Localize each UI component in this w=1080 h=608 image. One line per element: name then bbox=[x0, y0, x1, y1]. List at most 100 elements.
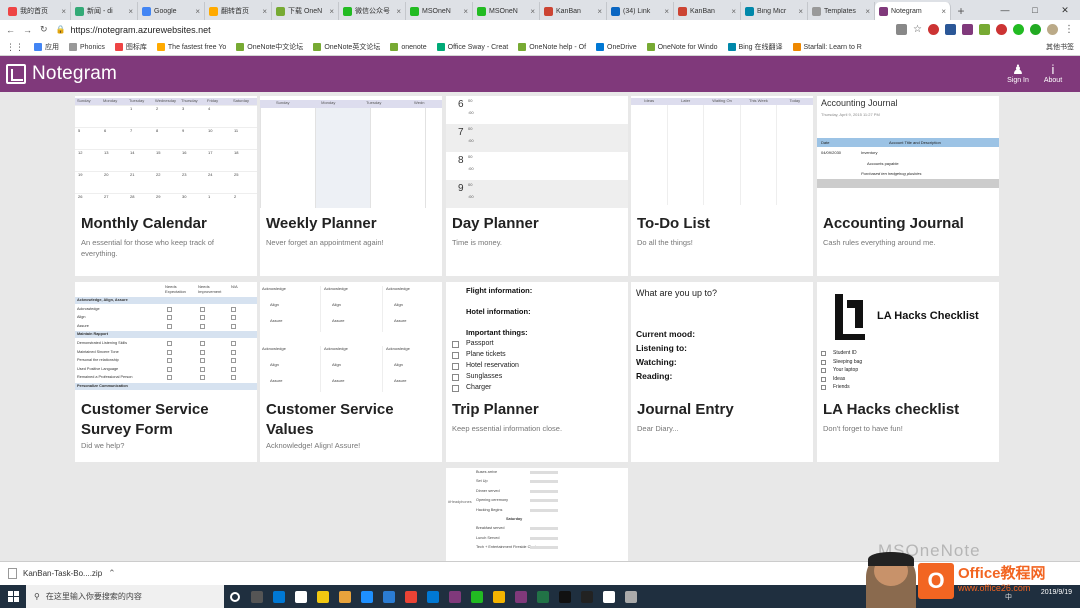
template-card[interactable]: 6 00:00 7 00:00 8 00:00 9 00:00 Day Planner Time … bbox=[446, 96, 628, 276]
survey-checkbox[interactable] bbox=[231, 366, 236, 372]
bookmark-item[interactable]: onenote bbox=[390, 43, 427, 51]
tab-close-icon[interactable]: × bbox=[262, 7, 267, 16]
tab-close-icon[interactable]: × bbox=[396, 7, 401, 16]
survey-checkbox[interactable] bbox=[231, 375, 236, 381]
menu-icon[interactable]: ⋮ bbox=[1064, 24, 1074, 35]
survey-checkbox[interactable] bbox=[200, 358, 205, 364]
survey-checkbox[interactable] bbox=[200, 366, 205, 372]
taskbar-app-icon[interactable] bbox=[290, 585, 312, 608]
tab-close-icon[interactable]: × bbox=[463, 7, 468, 16]
tab-close-icon[interactable]: × bbox=[195, 7, 200, 16]
bookmark-item[interactable]: Bing 在线翻译 bbox=[727, 42, 783, 52]
template-card[interactable]: Sunday Monday Tuesday Wedn Weekly Planner Nev… bbox=[260, 96, 442, 276]
ext-icon-6[interactable] bbox=[1013, 24, 1024, 35]
taskbar-app-icon[interactable] bbox=[422, 585, 444, 608]
about-button[interactable]: i About bbox=[1040, 62, 1066, 84]
taskbar-app-icon[interactable] bbox=[510, 585, 532, 608]
taskbar-app-icon[interactable] bbox=[224, 585, 246, 608]
browser-tab[interactable]: KanBan × bbox=[540, 2, 607, 20]
taskbar-app-icon[interactable] bbox=[312, 585, 334, 608]
template-card[interactable]: Needs Expectation Needs Improvement N/A Ack… bbox=[75, 282, 257, 462]
browser-tab[interactable]: Notegram × bbox=[875, 2, 951, 20]
trip-checkbox[interactable] bbox=[452, 363, 459, 370]
taskbar-search[interactable]: ⚲ 在这里输入你要搜索的内容 bbox=[26, 585, 224, 608]
apps-grid-icon[interactable]: ⋮⋮ bbox=[6, 42, 24, 53]
reload-icon[interactable]: ↻ bbox=[40, 24, 48, 35]
tab-close-icon[interactable]: × bbox=[731, 7, 736, 16]
taskbar-app-icon[interactable] bbox=[356, 585, 378, 608]
translate-icon[interactable] bbox=[896, 24, 908, 35]
tab-close-icon[interactable]: × bbox=[798, 7, 803, 16]
taskbar-app-icon[interactable] bbox=[532, 585, 554, 608]
survey-checkbox[interactable] bbox=[200, 349, 205, 355]
tab-close-icon[interactable]: × bbox=[61, 7, 66, 16]
ext-icon-2[interactable] bbox=[945, 24, 956, 35]
taskbar-app-icon[interactable] bbox=[268, 585, 290, 608]
bookmark-item[interactable]: 图标库 bbox=[114, 42, 147, 52]
sign-in-button[interactable]: ♟ Sign In bbox=[1005, 62, 1031, 84]
trip-checkbox[interactable] bbox=[452, 341, 459, 348]
survey-checkbox[interactable] bbox=[167, 366, 172, 372]
tab-close-icon[interactable]: × bbox=[664, 7, 669, 16]
survey-checkbox[interactable] bbox=[200, 341, 205, 346]
survey-checkbox[interactable] bbox=[231, 349, 236, 355]
bookmark-item[interactable]: Phonics bbox=[69, 43, 105, 51]
browser-tab[interactable]: (34) Link × bbox=[607, 2, 674, 20]
survey-checkbox[interactable] bbox=[200, 375, 205, 381]
url-field[interactable]: 🔒 https://notegram.azurewebsites.net bbox=[56, 22, 888, 37]
template-card[interactable]: Ideas Later Waiting On This Week Today To-Do … bbox=[631, 96, 813, 276]
la-checkbox[interactable] bbox=[821, 368, 826, 373]
taskbar-app-icon[interactable] bbox=[334, 585, 356, 608]
maximize-icon[interactable]: □ bbox=[1020, 0, 1050, 20]
browser-tab[interactable]: MSOneN × bbox=[473, 2, 540, 20]
browser-tab[interactable]: 新闻 - di × bbox=[71, 2, 138, 20]
taskbar-app-icon[interactable] bbox=[598, 585, 620, 608]
browser-tab[interactable]: 翻转首页 × bbox=[205, 2, 272, 20]
browser-tab[interactable]: 微信公众号 × bbox=[339, 2, 406, 20]
template-card[interactable]: Accounting Journal Thursday, April 9, 201… bbox=[817, 96, 999, 276]
star-icon[interactable]: ☆ bbox=[913, 24, 922, 35]
bookmark-item[interactable]: 应用 bbox=[34, 42, 59, 52]
browser-tab[interactable]: 我的首页 × bbox=[4, 2, 71, 20]
taskbar-app-icon[interactable] bbox=[400, 585, 422, 608]
chevron-up-icon[interactable]: ⌃ bbox=[108, 568, 116, 579]
bookmark-item[interactable]: OneNote英文论坛 bbox=[313, 42, 380, 52]
taskbar-app-icon[interactable] bbox=[576, 585, 598, 608]
tab-close-icon[interactable]: × bbox=[530, 7, 535, 16]
browser-tab[interactable]: KanBan × bbox=[674, 2, 741, 20]
survey-checkbox[interactable] bbox=[167, 323, 172, 329]
tab-close-icon[interactable]: × bbox=[329, 7, 334, 16]
la-checkbox[interactable] bbox=[821, 376, 826, 382]
bookmark-item[interactable]: The fastest free Yo bbox=[156, 43, 226, 51]
taskbar-app-icon[interactable] bbox=[444, 585, 466, 608]
tab-close-icon[interactable]: × bbox=[941, 7, 946, 16]
start-button[interactable] bbox=[0, 585, 26, 608]
download-filename[interactable]: KanBan-Task-Bo....zip bbox=[23, 569, 102, 578]
trip-checkbox[interactable] bbox=[452, 352, 459, 359]
bookmark-item[interactable]: Office Sway - Creat bbox=[436, 43, 508, 51]
survey-checkbox[interactable] bbox=[231, 323, 236, 329]
taskbar-app-icon[interactable] bbox=[554, 585, 576, 608]
template-card[interactable]: Acknowledge Align Assure Acknowledge Align As… bbox=[260, 282, 442, 462]
taskbar-app-icon[interactable] bbox=[466, 585, 488, 608]
la-checkbox[interactable] bbox=[821, 385, 826, 390]
forward-icon[interactable]: → bbox=[23, 25, 32, 35]
survey-checkbox[interactable] bbox=[200, 315, 205, 321]
bookmark-item[interactable]: OneNote help - Of bbox=[518, 43, 586, 51]
template-card[interactable]: LA Hacks Checklist Student ID Sleeping bag… bbox=[817, 282, 999, 462]
survey-checkbox[interactable] bbox=[200, 306, 205, 312]
template-card[interactable]: Flight information: Hotel information: Imp… bbox=[446, 282, 628, 462]
bookmark-item[interactable]: OneNote for Windo bbox=[646, 43, 718, 51]
survey-checkbox[interactable] bbox=[167, 306, 172, 312]
survey-checkbox[interactable] bbox=[167, 315, 172, 321]
minimize-icon[interactable]: — bbox=[990, 0, 1020, 20]
tab-close-icon[interactable]: × bbox=[128, 7, 133, 16]
browser-tab[interactable]: MSOneN × bbox=[406, 2, 473, 20]
survey-checkbox[interactable] bbox=[231, 358, 236, 364]
bookmark-item[interactable]: Starfall: Learn to R bbox=[792, 43, 862, 51]
new-tab-button[interactable]: + bbox=[951, 2, 971, 20]
ext-icon-4[interactable] bbox=[979, 24, 990, 35]
template-card[interactable]: Sunday Monday Tuesday Wednesday Thursday Frid… bbox=[75, 96, 257, 276]
ext-icon-7[interactable] bbox=[1030, 24, 1041, 35]
trip-checkbox[interactable] bbox=[452, 374, 459, 381]
